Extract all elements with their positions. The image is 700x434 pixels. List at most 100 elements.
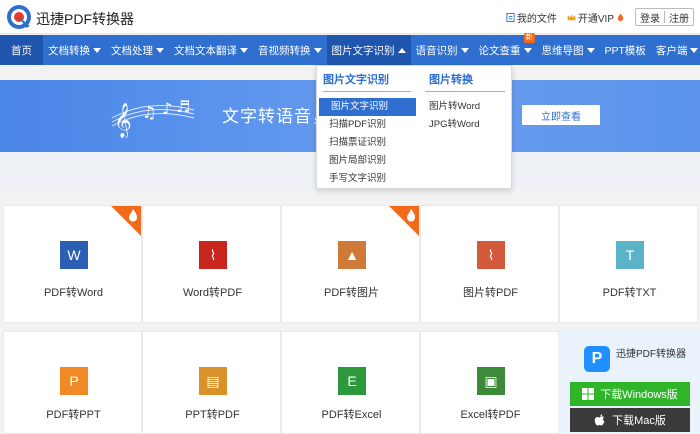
file-type-icon: ▣ xyxy=(477,367,505,395)
music-notes-icon: 𝄞 ♫ ♪ ♬ xyxy=(111,97,195,138)
my-files-label: 我的文件 xyxy=(516,13,557,25)
fire-icon xyxy=(617,12,624,21)
tool-tile[interactable]: ▤ PPT转PDF xyxy=(142,331,281,434)
tool-tile[interactable]: ▲ PDF转图片 xyxy=(281,205,420,323)
vip-label: 开通VIP xyxy=(577,13,614,25)
menu-item-image-ocr[interactable]: 图片文字识别 xyxy=(319,98,416,116)
tool-tile[interactable]: E PDF转Excel xyxy=(281,331,420,434)
download-panel: P 迅捷PDF转换器 下载Windows版 下载Mac版 xyxy=(560,330,700,434)
caret-down-icon xyxy=(93,47,101,53)
menu-item-scan-pdf-ocr[interactable]: 扫描PDF识别 xyxy=(317,116,417,134)
download-app-name: 迅捷PDF转换器 xyxy=(616,349,686,360)
nav-item-home[interactable]: 首页 xyxy=(0,35,43,65)
caret-down-icon xyxy=(523,47,532,53)
file-type-icon: P xyxy=(60,367,88,395)
tool-tile[interactable]: T PDF转TXT xyxy=(559,205,698,323)
login-button[interactable]: 登录 xyxy=(636,10,664,25)
nav-label: 思维导图 xyxy=(541,44,584,57)
file-type-icon: ▤ xyxy=(199,367,227,395)
nav-item-client[interactable]: 客户端 xyxy=(651,35,700,65)
nav-label: 文档转换 xyxy=(48,44,90,57)
nav-item-document-process[interactable]: 文档处理 xyxy=(106,35,169,65)
dropdown-column-ocr: 图片文字识别 图片文字识别 扫描PDF识别 扫描票证识别 图片局部识别 手写文字… xyxy=(317,66,417,188)
file-type-icon: ▲ xyxy=(338,241,366,269)
caret-down-icon xyxy=(690,47,699,53)
my-files-link[interactable]: 我的文件 xyxy=(506,10,557,25)
file-icon xyxy=(506,12,515,22)
windows-icon xyxy=(582,388,595,400)
brand-name[interactable]: 迅捷PDF转换器 xyxy=(36,9,134,29)
svg-text:𝄞: 𝄞 xyxy=(114,103,132,138)
menu-item-partial-ocr[interactable]: 图片局部识别 xyxy=(317,152,417,170)
tool-label: 图片转PDF xyxy=(463,287,518,299)
nav-label: 客户端 xyxy=(655,44,688,57)
dropdown-heading: 图片文字识别 xyxy=(323,66,411,92)
tool-label: PDF转Word xyxy=(43,287,104,299)
tool-label: PDF转图片 xyxy=(324,287,379,299)
svg-text:♬: ♬ xyxy=(176,97,190,116)
menu-item-ticket-ocr[interactable]: 扫描票证识别 xyxy=(317,134,417,152)
nav-item-document-convert[interactable]: 文档转换 xyxy=(43,35,106,65)
register-button[interactable]: 注册 xyxy=(665,10,693,25)
nav-label: 语音识别 xyxy=(415,44,458,57)
nav-item-ppt-template[interactable]: PPT模板 xyxy=(600,35,651,65)
main-nav: 首页 文档转换 文档处理 文档文本翻译 音视频转换 图片文字识别 语音识别 论文… xyxy=(0,33,700,65)
tool-label: Excel转PDF xyxy=(460,409,521,421)
nav-item-plagiarism[interactable]: 论文查重新 xyxy=(474,33,537,65)
menu-item-jpg-to-word[interactable]: JPG转Word xyxy=(425,116,505,134)
auth-buttons: 登录 注册 xyxy=(635,8,694,26)
dropdown-heading: 图片转换 xyxy=(425,66,505,92)
view-now-button[interactable]: 立即查看 xyxy=(522,105,600,125)
tool-tile[interactable]: W PDF转Word xyxy=(3,205,142,323)
caret-up-icon xyxy=(397,47,406,53)
nav-label: 图片文字识别 xyxy=(331,44,395,57)
nav-item-translate[interactable]: 文档文本翻译 xyxy=(169,35,253,65)
caret-down-icon xyxy=(240,47,248,53)
caret-down-icon xyxy=(586,47,595,53)
download-windows-button[interactable]: 下载Windows版 xyxy=(570,382,690,406)
new-badge: 新 xyxy=(523,33,535,43)
hot-corner-icon xyxy=(111,206,141,236)
ocr-dropdown-menu: 图片文字识别 图片文字识别 扫描PDF识别 扫描票证识别 图片局部识别 手写文字… xyxy=(316,65,512,189)
nav-item-mindmap[interactable]: 思维导图 xyxy=(537,35,600,65)
download-mac-label: 下载Mac版 xyxy=(612,415,666,427)
tool-tile[interactable]: ⌇ 图片转PDF xyxy=(420,205,559,323)
top-bar: 迅捷PDF转换器 我的文件 开通VIP 登录 注册 xyxy=(0,0,700,34)
file-type-icon: E xyxy=(338,367,366,395)
nav-label: 音视频转换 xyxy=(258,44,311,57)
tool-label: Word转PDF xyxy=(182,287,243,299)
crown-icon xyxy=(567,13,576,20)
banner-headline: 文字转语音， xyxy=(222,107,330,126)
nav-item-ocr[interactable]: 图片文字识别 xyxy=(326,35,411,65)
download-mac-button[interactable]: 下载Mac版 xyxy=(570,408,690,432)
nav-label: 文档处理 xyxy=(111,44,153,57)
dropdown-column-image-convert: 图片转换 图片转Word JPG转Word xyxy=(425,66,505,134)
app-logo-icon: P xyxy=(584,346,610,372)
svg-text:♪: ♪ xyxy=(162,99,172,118)
caret-down-icon xyxy=(156,47,164,53)
tool-tile[interactable]: ▣ Excel转PDF xyxy=(420,331,559,434)
nav-item-av-convert[interactable]: 音视频转换 xyxy=(253,35,327,65)
apple-icon xyxy=(594,413,605,425)
tool-label: PPT转PDF xyxy=(185,409,240,421)
file-type-icon: W xyxy=(60,241,88,269)
file-type-icon: ⌇ xyxy=(199,241,227,269)
top-right-links: 我的文件 开通VIP 登录 注册 xyxy=(506,8,694,26)
nav-label: 首页 xyxy=(11,44,32,57)
menu-item-handwriting-ocr[interactable]: 手写文字识别 xyxy=(317,170,417,188)
vip-link[interactable]: 开通VIP xyxy=(567,10,625,25)
nav-item-speech[interactable]: 语音识别 xyxy=(411,35,474,65)
download-windows-label: 下载Windows版 xyxy=(600,389,678,401)
hot-corner-icon xyxy=(389,206,419,236)
file-type-icon: ⌇ xyxy=(477,241,505,269)
tool-tile[interactable]: P PDF转PPT xyxy=(3,331,142,434)
tool-label: PDF转TXT xyxy=(602,287,657,299)
nav-label: 文档文本翻译 xyxy=(174,44,237,57)
caret-down-icon xyxy=(313,47,322,53)
file-type-icon: T xyxy=(616,241,644,269)
menu-item-image-to-word[interactable]: 图片转Word xyxy=(425,98,505,116)
tool-tile[interactable]: ⌇ Word转PDF xyxy=(142,205,281,323)
caret-down-icon xyxy=(460,47,469,53)
app-logo-icon[interactable] xyxy=(6,4,32,30)
nav-label: PPT模板 xyxy=(604,44,646,57)
